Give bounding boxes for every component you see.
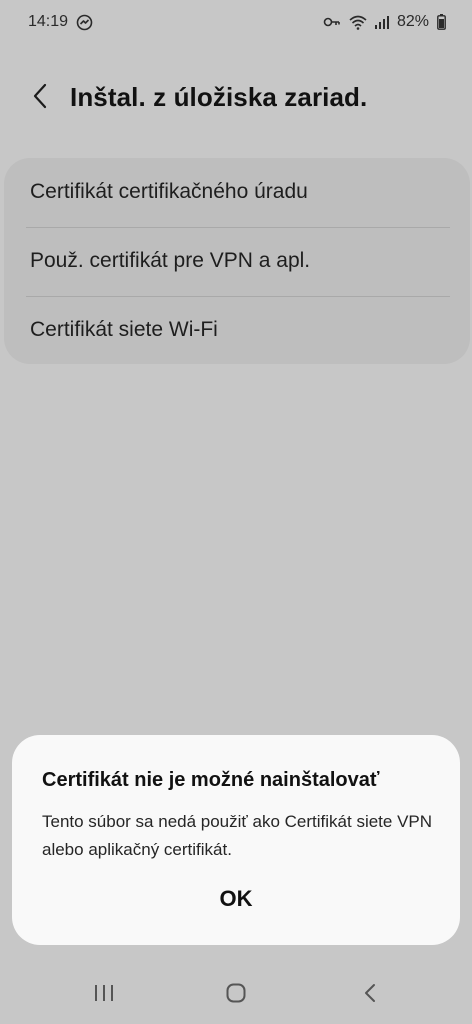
- settings-card: Certifikát certifikačného úradu Použ. ce…: [4, 158, 470, 364]
- recent-apps-button[interactable]: [84, 980, 124, 1010]
- status-bar: 14:19 82%: [0, 0, 472, 44]
- page-title: Inštal. z úložiska zariad.: [70, 82, 368, 112]
- back-button[interactable]: [22, 78, 58, 118]
- error-dialog: Certifikát nie je možné nainštalovať Ten…: [12, 735, 460, 945]
- back-chevron-icon: [32, 83, 48, 114]
- dialog-title: Certifikát nie je možné nainštalovať: [42, 769, 380, 791]
- divider: [26, 227, 450, 228]
- status-time: 14:19: [28, 13, 69, 30]
- status-right: 82%: [323, 13, 446, 31]
- wifi-icon: [349, 15, 367, 30]
- wifi-certificate-item[interactable]: Certifikát siete Wi-Fi: [30, 318, 218, 342]
- dialog-message: Tento súbor sa nedá použiť ako Certifiká…: [42, 812, 433, 859]
- navigation-bar: [0, 966, 472, 1024]
- header: Inštal. z úložiska zariad.: [0, 70, 472, 124]
- ca-certificate-item[interactable]: Certifikát certifikačného úradu: [30, 180, 308, 204]
- signal-icon: [374, 15, 389, 29]
- home-button[interactable]: [216, 980, 256, 1010]
- ok-button[interactable]: OK: [186, 875, 286, 923]
- home-icon: [226, 983, 246, 1008]
- vpn-app-certificate-item[interactable]: Použ. certifikát pre VPN a apl.: [30, 249, 310, 273]
- back-icon: [364, 983, 376, 1008]
- battery-percent: 82%: [396, 13, 429, 30]
- vpn-key-icon: [323, 16, 341, 28]
- recent-apps-icon: [94, 984, 114, 1007]
- battery-icon: [437, 14, 446, 30]
- divider: [26, 296, 450, 297]
- status-left: 14:19: [28, 13, 93, 31]
- nav-back-button[interactable]: [350, 980, 390, 1010]
- messenger-icon: [76, 14, 93, 31]
